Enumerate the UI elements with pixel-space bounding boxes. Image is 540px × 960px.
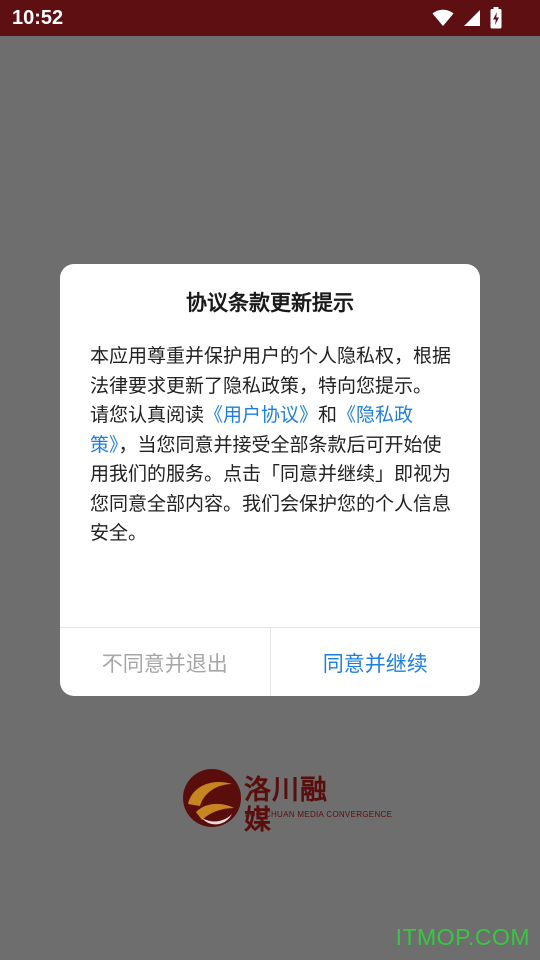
logo-mark-icon <box>183 769 241 827</box>
dialog-footer: 不同意并退出 同意并继续 <box>60 627 480 696</box>
disagree-exit-button[interactable]: 不同意并退出 <box>60 628 271 696</box>
agreement-dialog: 协议条款更新提示 本应用尊重并保护用户的个人隐私权，根据法律要求更新了隐私政策，… <box>60 264 480 696</box>
cell-signal-icon <box>463 9 481 27</box>
agree-continue-button[interactable]: 同意并继续 <box>271 628 481 696</box>
wifi-icon <box>432 9 454 27</box>
dialog-body: 本应用尊重并保护用户的个人隐私权，根据法律要求更新了隐私政策，特向您提示。 请您… <box>90 342 452 549</box>
app-logo: 洛川融媒 LUO CHUAN MEDIA CONVERGENCE <box>182 768 392 836</box>
dialog-paragraph-1: 本应用尊重并保护用户的个人隐私权，根据法律要求更新了隐私政策，特向您提示。 <box>90 345 452 397</box>
status-icons <box>432 7 502 29</box>
battery-charging-icon <box>490 7 502 29</box>
watermark: ITMOP.COM <box>395 924 530 950</box>
dialog-title: 协议条款更新提示 <box>186 291 354 315</box>
logo-name-en: LUO CHUAN MEDIA CONVERGENCE <box>245 810 393 819</box>
paragraph-2-prefix: 请您认真阅读 <box>90 404 205 426</box>
status-bar: 10:52 <box>0 0 540 36</box>
dialog-paragraph-2: 请您认真阅读《用户协议》和《隐私政策》，当您同意并接受全部条款后可开始使用我们的… <box>90 401 452 549</box>
status-time: 10:52 <box>12 7 64 29</box>
paragraph-2-suffix: ，当您同意并接受全部条款后可开始使用我们的服务。点击「同意并继续」即视为您同意全… <box>90 433 452 545</box>
user-agreement-link[interactable]: 《用户协议》 <box>204 404 318 426</box>
paragraph-2-conjunction: 和 <box>318 404 338 426</box>
logo-name-cn: 洛川融媒 <box>244 775 328 836</box>
